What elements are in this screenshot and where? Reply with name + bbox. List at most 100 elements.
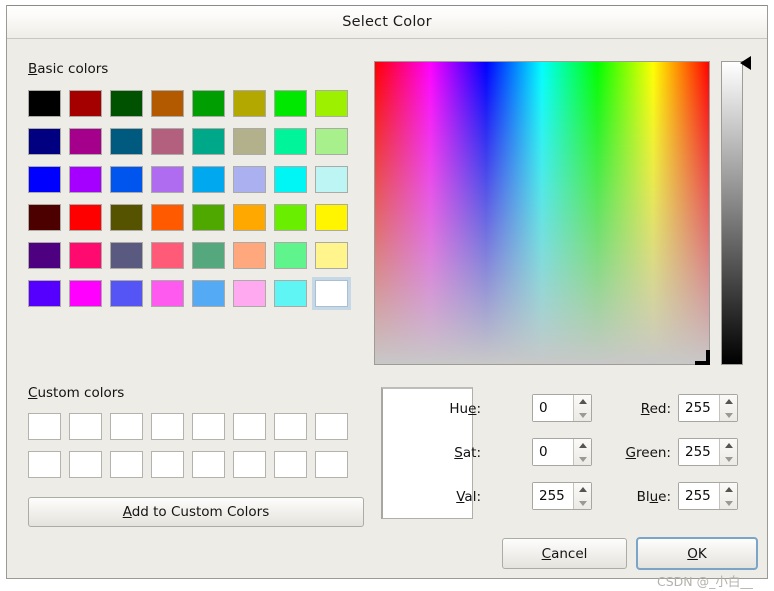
red-spin-arrows[interactable] — [719, 395, 737, 421]
custom-color-swatch[interactable] — [192, 413, 225, 440]
basic-color-swatch[interactable] — [28, 166, 61, 193]
cancel-button[interactable]: Cancel — [502, 538, 627, 569]
basic-color-swatch[interactable] — [110, 166, 143, 193]
basic-color-swatch[interactable] — [315, 280, 348, 307]
red-spinbox[interactable]: 255 — [678, 394, 738, 422]
sat-spin-arrows[interactable] — [573, 439, 591, 465]
custom-color-swatch[interactable] — [151, 451, 184, 478]
custom-color-swatch[interactable] — [110, 413, 143, 440]
basic-color-swatch[interactable] — [28, 242, 61, 269]
basic-color-swatch[interactable] — [110, 90, 143, 117]
hue-spin-up[interactable] — [574, 395, 591, 408]
custom-color-swatch[interactable] — [233, 451, 266, 478]
hue-spin-down[interactable] — [574, 408, 591, 421]
basic-color-swatch[interactable] — [69, 242, 102, 269]
sat-spin-up[interactable] — [574, 439, 591, 452]
basic-color-swatch[interactable] — [192, 90, 225, 117]
basic-color-swatch[interactable] — [274, 90, 307, 117]
add-to-custom-colors-button[interactable]: Add to Custom Colors — [28, 497, 364, 527]
basic-color-swatch[interactable] — [233, 242, 266, 269]
basic-color-swatch[interactable] — [192, 242, 225, 269]
red-spin-up[interactable] — [720, 395, 737, 408]
basic-color-swatch[interactable] — [28, 90, 61, 117]
basic-color-swatch[interactable] — [274, 166, 307, 193]
basic-color-swatch[interactable] — [192, 204, 225, 231]
basic-color-swatch[interactable] — [151, 166, 184, 193]
custom-color-swatch[interactable] — [28, 413, 61, 440]
basic-color-swatch[interactable] — [274, 242, 307, 269]
val-spin-down[interactable] — [574, 496, 591, 509]
custom-color-swatch[interactable] — [110, 451, 143, 478]
basic-color-swatch[interactable] — [151, 280, 184, 307]
custom-color-swatch[interactable] — [274, 451, 307, 478]
green-value[interactable]: 255 — [679, 439, 719, 465]
hue-value[interactable]: 0 — [533, 395, 573, 421]
blue-spin-arrows[interactable] — [719, 483, 737, 509]
basic-color-swatch[interactable] — [315, 242, 348, 269]
blue-spinbox[interactable]: 255 — [678, 482, 738, 510]
blue-spin-up[interactable] — [720, 483, 737, 496]
basic-color-swatch[interactable] — [151, 90, 184, 117]
green-spin-down[interactable] — [720, 452, 737, 465]
custom-color-swatch[interactable] — [274, 413, 307, 440]
basic-color-swatch[interactable] — [274, 280, 307, 307]
basic-color-swatch[interactable] — [233, 128, 266, 155]
sat-spin-down[interactable] — [574, 452, 591, 465]
val-value[interactable]: 255 — [533, 483, 573, 509]
custom-color-swatch[interactable] — [315, 451, 348, 478]
blue-value[interactable]: 255 — [679, 483, 719, 509]
basic-color-swatch[interactable] — [69, 166, 102, 193]
basic-color-swatch[interactable] — [110, 128, 143, 155]
value-slider-handle[interactable] — [740, 56, 751, 70]
value-slider-track[interactable] — [721, 61, 743, 365]
basic-color-swatch[interactable] — [233, 204, 266, 231]
basic-color-swatch[interactable] — [151, 128, 184, 155]
val-spin-arrows[interactable] — [573, 483, 591, 509]
basic-color-swatch[interactable] — [110, 280, 143, 307]
val-spin-up[interactable] — [574, 483, 591, 496]
basic-color-swatch[interactable] — [274, 204, 307, 231]
custom-color-swatch[interactable] — [151, 413, 184, 440]
basic-color-swatch[interactable] — [315, 166, 348, 193]
basic-colors-grid[interactable] — [28, 90, 348, 307]
custom-color-swatch[interactable] — [28, 451, 61, 478]
basic-color-swatch[interactable] — [28, 280, 61, 307]
val-spinbox[interactable]: 255 — [532, 482, 592, 510]
color-field-cursor[interactable] — [695, 350, 710, 365]
basic-color-swatch[interactable] — [192, 280, 225, 307]
basic-color-swatch[interactable] — [69, 280, 102, 307]
basic-color-swatch[interactable] — [28, 204, 61, 231]
custom-color-swatch[interactable] — [69, 451, 102, 478]
blue-spin-down[interactable] — [720, 496, 737, 509]
basic-color-swatch[interactable] — [315, 128, 348, 155]
basic-color-swatch[interactable] — [151, 242, 184, 269]
hue-spinbox[interactable]: 0 — [532, 394, 592, 422]
sat-spinbox[interactable]: 0 — [532, 438, 592, 466]
basic-color-swatch[interactable] — [315, 90, 348, 117]
custom-color-swatch[interactable] — [69, 413, 102, 440]
sat-value[interactable]: 0 — [533, 439, 573, 465]
basic-color-swatch[interactable] — [110, 242, 143, 269]
ok-button[interactable]: OK — [636, 537, 758, 570]
basic-color-swatch[interactable] — [192, 166, 225, 193]
basic-color-swatch[interactable] — [192, 128, 225, 155]
custom-colors-grid[interactable] — [28, 413, 348, 478]
basic-color-swatch[interactable] — [233, 280, 266, 307]
custom-color-swatch[interactable] — [315, 413, 348, 440]
value-slider-group[interactable] — [721, 56, 751, 365]
hue-saturation-field[interactable] — [374, 61, 710, 365]
basic-color-swatch[interactable] — [28, 128, 61, 155]
basic-color-swatch[interactable] — [110, 204, 143, 231]
basic-color-swatch[interactable] — [69, 204, 102, 231]
red-spin-down[interactable] — [720, 408, 737, 421]
green-spinbox[interactable]: 255 — [678, 438, 738, 466]
basic-color-swatch[interactable] — [274, 128, 307, 155]
basic-color-swatch[interactable] — [69, 90, 102, 117]
green-spin-up[interactable] — [720, 439, 737, 452]
green-spin-arrows[interactable] — [719, 439, 737, 465]
basic-color-swatch[interactable] — [69, 128, 102, 155]
custom-color-swatch[interactable] — [192, 451, 225, 478]
basic-color-swatch[interactable] — [315, 204, 348, 231]
red-value[interactable]: 255 — [679, 395, 719, 421]
basic-color-swatch[interactable] — [233, 166, 266, 193]
